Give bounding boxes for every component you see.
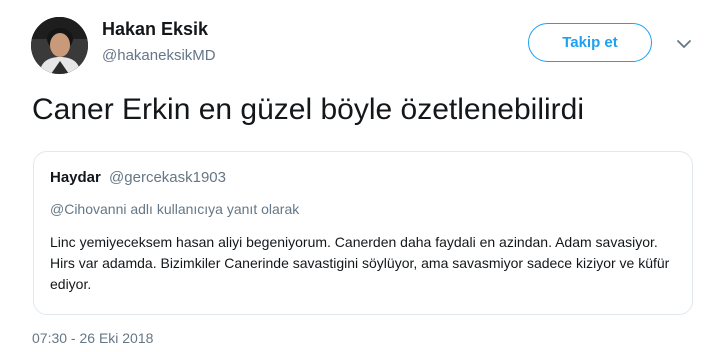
author-handle[interactable]: @hakaneksikMD (102, 47, 216, 64)
quoted-tweet[interactable]: Haydar @gercekask1903 @Cihovanni adlı ku… (33, 151, 693, 315)
quoted-author-handle: @gercekask1903 (109, 169, 226, 186)
reply-context: @Cihovanni adlı kullanıcıya yanıt olarak (50, 201, 300, 217)
user-photo-icon (31, 17, 88, 74)
quoted-author-name: Haydar (50, 169, 101, 186)
tweet-timestamp[interactable]: 07:30 - 26 Eki 2018 (32, 330, 153, 346)
chevron-down-icon[interactable] (674, 34, 694, 54)
quoted-tweet-body: Linc yemiyeceksem hasan aliyi begeniyoru… (50, 234, 670, 292)
author-avatar[interactable] (31, 17, 88, 74)
author-name[interactable]: Hakan Eksik (102, 19, 208, 40)
quoted-tweet-header: Haydar @gercekask1903 (50, 169, 226, 186)
tweet-text: Caner Erkin en güzel böyle özetlenebilir… (32, 93, 584, 126)
follow-button[interactable]: Takip et (528, 23, 652, 62)
